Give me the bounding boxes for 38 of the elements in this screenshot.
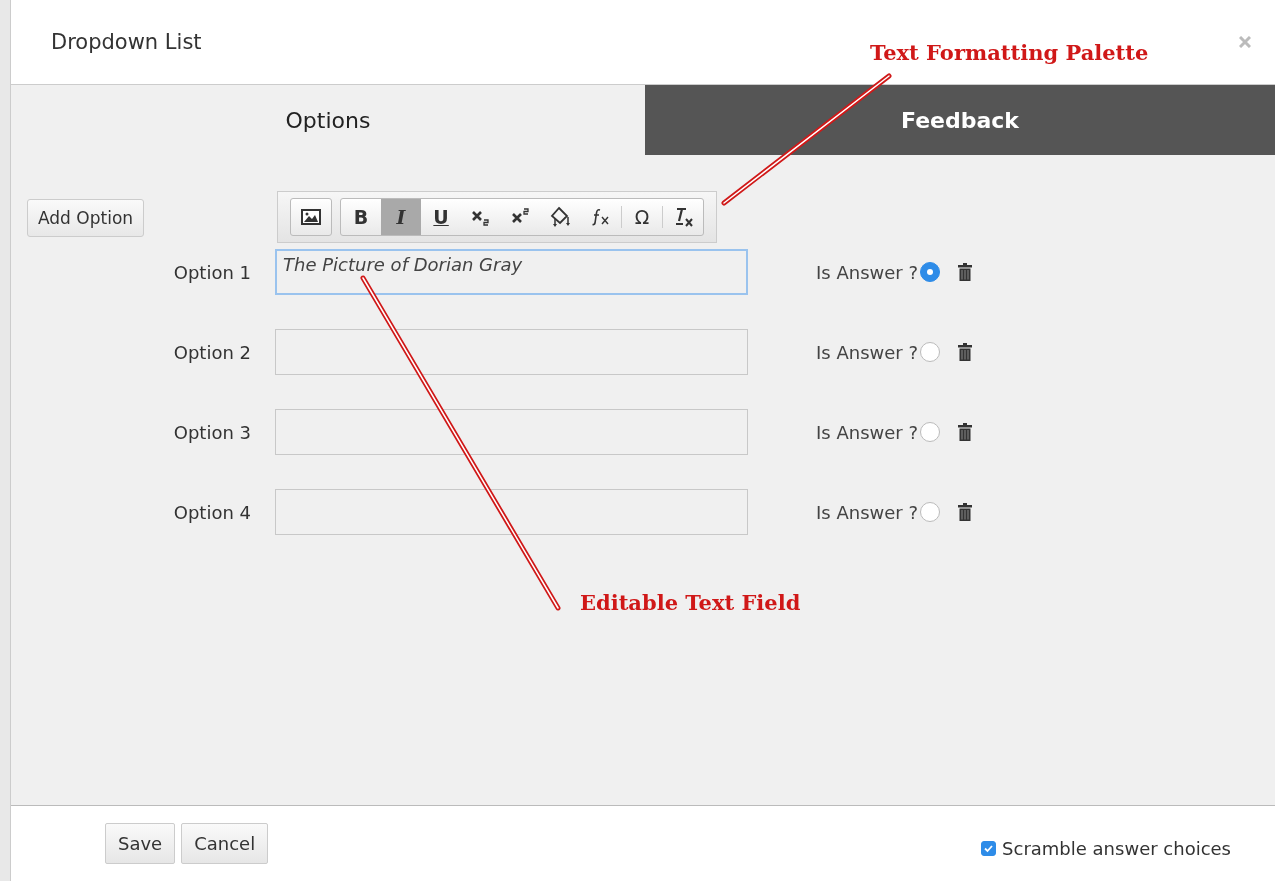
option-label: Option 3 [172,421,252,443]
bold-button[interactable]: B [341,199,382,235]
answer-label: Is Answer ? [816,341,918,363]
italic-button[interactable]: I [381,199,422,235]
option-text-field[interactable]: The Picture of Dorian Gray [275,249,748,295]
scramble-checkbox[interactable] [981,841,997,856]
answer-radio[interactable] [920,502,940,522]
trash-icon[interactable] [958,503,972,521]
symbol-button[interactable]: Ω [622,199,663,235]
scramble-label: Scramble answer choices [1002,838,1231,859]
add-option-button[interactable]: Add Option [27,199,145,237]
dialog-title: Dropdown List [51,30,202,54]
answer-label: Is Answer ? [816,261,918,283]
option-label: Option 2 [172,341,252,363]
answer-radio[interactable] [920,342,940,362]
annotation-label: Text Formatting Palette [870,40,1149,65]
image-icon [301,209,322,225]
formula-icon [591,208,612,226]
answer-radio[interactable] [920,262,940,282]
underline-button[interactable]: U [421,199,462,235]
paint-bucket-icon [550,206,573,228]
trash-icon[interactable] [958,343,972,361]
tab[interactable]: Feedback [645,85,1275,155]
option-label: Option 1 [172,261,252,283]
cancel-button[interactable]: Cancel [181,823,269,864]
answer-label: Is Answer ? [816,421,918,443]
option-text-field[interactable] [275,489,748,535]
trash-icon[interactable] [958,263,972,281]
save-button[interactable]: Save [105,823,176,864]
check-icon [983,843,995,854]
answer-radio[interactable] [920,422,940,442]
option-text-field[interactable] [275,409,748,455]
trash-icon[interactable] [958,423,972,441]
option-text-field[interactable] [275,329,748,375]
subscript-icon [471,208,492,226]
option-label: Option 4 [172,501,252,523]
answer-label: Is Answer ? [816,501,918,523]
annotation-label: Editable Text Field [580,590,801,615]
